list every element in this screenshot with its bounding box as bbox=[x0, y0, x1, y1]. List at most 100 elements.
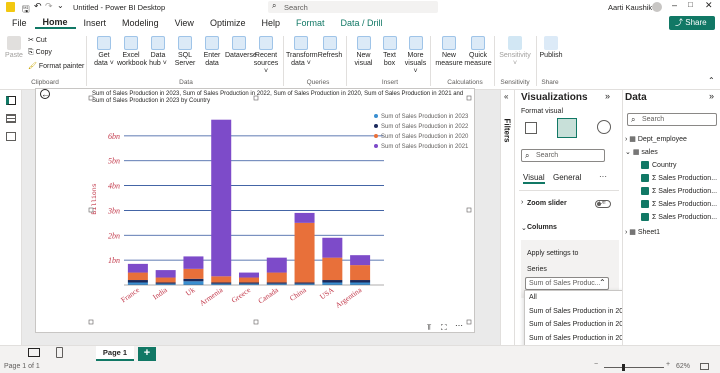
build-visual-icon[interactable] bbox=[525, 122, 537, 134]
mobile-layout-icon[interactable] bbox=[56, 347, 63, 358]
viz-search-input[interactable]: ⌕ Search bbox=[521, 149, 605, 162]
ribbon-button-transform[interactable]: Transform data ˅ bbox=[286, 36, 318, 68]
field-item[interactable]: Σ Sales Production... bbox=[641, 213, 717, 221]
resize-handle[interactable] bbox=[253, 319, 259, 325]
menu-modeling[interactable]: Modeling bbox=[114, 18, 167, 28]
bar-segment[interactable] bbox=[155, 270, 176, 278]
resize-handle[interactable] bbox=[88, 95, 94, 101]
menu-file[interactable]: File bbox=[4, 18, 35, 28]
close-icon[interactable]: ✕ bbox=[705, 0, 713, 11]
dropdown-option[interactable]: All bbox=[525, 291, 631, 305]
ribbon-button-dataverse[interactable]: Dataverse bbox=[225, 36, 257, 60]
field-item[interactable]: Country bbox=[641, 161, 677, 169]
tab-page-1[interactable]: Page 1 bbox=[96, 346, 134, 361]
cut-button[interactable]: ✂ Cut bbox=[28, 36, 47, 44]
legend-label[interactable]: Sum of Sales Production in 2023 bbox=[381, 114, 469, 120]
ribbon-button-refresh[interactable]: Refresh bbox=[315, 36, 345, 60]
table-view-icon[interactable] bbox=[6, 114, 16, 123]
field-checkbox[interactable] bbox=[641, 161, 649, 169]
bar-segment[interactable] bbox=[350, 280, 371, 283]
bar-segment[interactable] bbox=[183, 268, 204, 279]
resize-handle[interactable] bbox=[466, 207, 472, 213]
series-dropdown[interactable]: Sum of Sales Produc... ⌃ bbox=[525, 277, 609, 290]
data-search-input[interactable]: ⌕ Search bbox=[627, 113, 717, 126]
bar-segment[interactable] bbox=[294, 212, 315, 223]
format-visual-icon[interactable] bbox=[557, 118, 577, 138]
bar-segment[interactable] bbox=[266, 257, 287, 273]
avatar[interactable] bbox=[652, 2, 662, 12]
resize-handle[interactable] bbox=[466, 319, 472, 325]
legend-label[interactable]: Sum of Sales Production in 2022 bbox=[381, 124, 469, 130]
chevron-down-icon[interactable]: ⌄ bbox=[57, 1, 64, 10]
ribbon-button-recent[interactable]: Recent sources ˅ bbox=[252, 36, 280, 76]
tab-general[interactable]: General bbox=[553, 173, 581, 182]
user-name[interactable]: Aarti Kaushik bbox=[608, 3, 652, 12]
ribbon-button-text[interactable]: Text box bbox=[376, 36, 403, 68]
ribbon-button-get[interactable]: Get data ˅ bbox=[90, 36, 118, 68]
field-item[interactable]: Σ Sales Production... bbox=[641, 187, 717, 195]
bar-segment[interactable] bbox=[322, 282, 343, 285]
copy-button[interactable]: ⎘ Copy bbox=[28, 49, 52, 57]
table-item-dept-employee[interactable]: › ▦ Dept_employee bbox=[625, 135, 687, 143]
resize-handle[interactable] bbox=[88, 207, 94, 213]
zoom-slider[interactable] bbox=[604, 364, 664, 371]
resize-handle[interactable] bbox=[253, 95, 259, 101]
sensitivity-button[interactable]: Sensitivity ˅ bbox=[498, 36, 532, 68]
table-item-sales[interactable]: ⌄ ▦ sales bbox=[625, 148, 658, 156]
bar-segment[interactable] bbox=[239, 277, 259, 283]
bar-segment[interactable] bbox=[294, 222, 315, 283]
dropdown-option[interactable]: Sum of Sales Production in 2022 bbox=[525, 318, 631, 332]
bar-segment[interactable] bbox=[127, 263, 148, 273]
field-item[interactable]: Σ Sales Production... bbox=[641, 200, 717, 208]
chart-visual[interactable]: ← Sum of Sales Production in 2023, Sum o… bbox=[35, 88, 475, 333]
zoom-slider-label[interactable]: Zoom slider bbox=[527, 200, 567, 207]
bar-segment[interactable] bbox=[155, 282, 176, 284]
title-search-box[interactable]: ⌕ Search bbox=[268, 1, 438, 13]
bar-segment[interactable] bbox=[211, 282, 232, 284]
collapse-right-icon[interactable]: » bbox=[605, 91, 610, 101]
zoom-in-icon[interactable]: + bbox=[666, 361, 670, 368]
chevron-up-icon[interactable]: ⌃ bbox=[708, 76, 715, 85]
bar-segment[interactable] bbox=[266, 282, 287, 284]
menu-help[interactable]: Help bbox=[253, 18, 288, 28]
menu-optimize[interactable]: Optimize bbox=[202, 18, 254, 28]
table-item-sheet1[interactable]: › ▦ Sheet1 bbox=[625, 228, 660, 236]
report-view-icon[interactable] bbox=[6, 96, 16, 105]
minimize-icon[interactable]: – bbox=[672, 0, 677, 10]
undo-icon[interactable]: ↶ bbox=[34, 1, 42, 12]
bar-segment[interactable] bbox=[266, 272, 287, 283]
paste-button[interactable]: Paste bbox=[4, 36, 24, 60]
maximize-icon[interactable]: □ bbox=[688, 0, 693, 9]
field-item[interactable]: Σ Sales Production... bbox=[641, 174, 717, 182]
add-page-button[interactable]: + bbox=[138, 347, 156, 361]
bar-segment[interactable] bbox=[211, 119, 232, 277]
publish-button[interactable]: Publish bbox=[538, 36, 564, 60]
bar-segment[interactable] bbox=[183, 256, 204, 269]
menu-data-drill[interactable]: Data / Drill bbox=[332, 18, 390, 28]
bar-segment[interactable] bbox=[350, 265, 371, 281]
bar-segment[interactable] bbox=[239, 272, 259, 278]
ribbon-button-sql[interactable]: SQL Server bbox=[171, 36, 199, 68]
collapse-right-icon[interactable]: » bbox=[709, 91, 714, 101]
more-options-icon[interactable]: ⋯ bbox=[455, 321, 463, 330]
redo-icon[interactable]: ↷ bbox=[45, 1, 53, 12]
bar-segment[interactable] bbox=[294, 282, 315, 284]
field-checkbox[interactable] bbox=[641, 200, 649, 208]
menu-format[interactable]: Format bbox=[288, 18, 333, 28]
bar-segment[interactable] bbox=[211, 276, 232, 283]
legend-label[interactable]: Sum of Sales Production in 2021 bbox=[381, 144, 469, 150]
bar-segment[interactable] bbox=[322, 280, 343, 283]
bar-segment[interactable] bbox=[239, 282, 259, 284]
resize-handle[interactable] bbox=[466, 95, 472, 101]
chevron-down-icon[interactable]: ⌄ bbox=[521, 224, 527, 232]
ribbon-button-new[interactable]: New measure bbox=[434, 36, 464, 68]
bar-segment[interactable] bbox=[183, 278, 204, 282]
tab-visual[interactable]: Visual bbox=[523, 173, 545, 184]
field-checkbox[interactable] bbox=[641, 187, 649, 195]
legend-label[interactable]: Sum of Sales Production in 2020 bbox=[381, 134, 469, 140]
share-button[interactable]: ⤴ Share bbox=[669, 16, 715, 30]
more-options-icon[interactable]: ··· bbox=[599, 172, 607, 181]
fit-to-page-icon[interactable] bbox=[700, 363, 709, 370]
bar-segment[interactable] bbox=[322, 257, 343, 281]
resize-handle[interactable] bbox=[88, 319, 94, 325]
